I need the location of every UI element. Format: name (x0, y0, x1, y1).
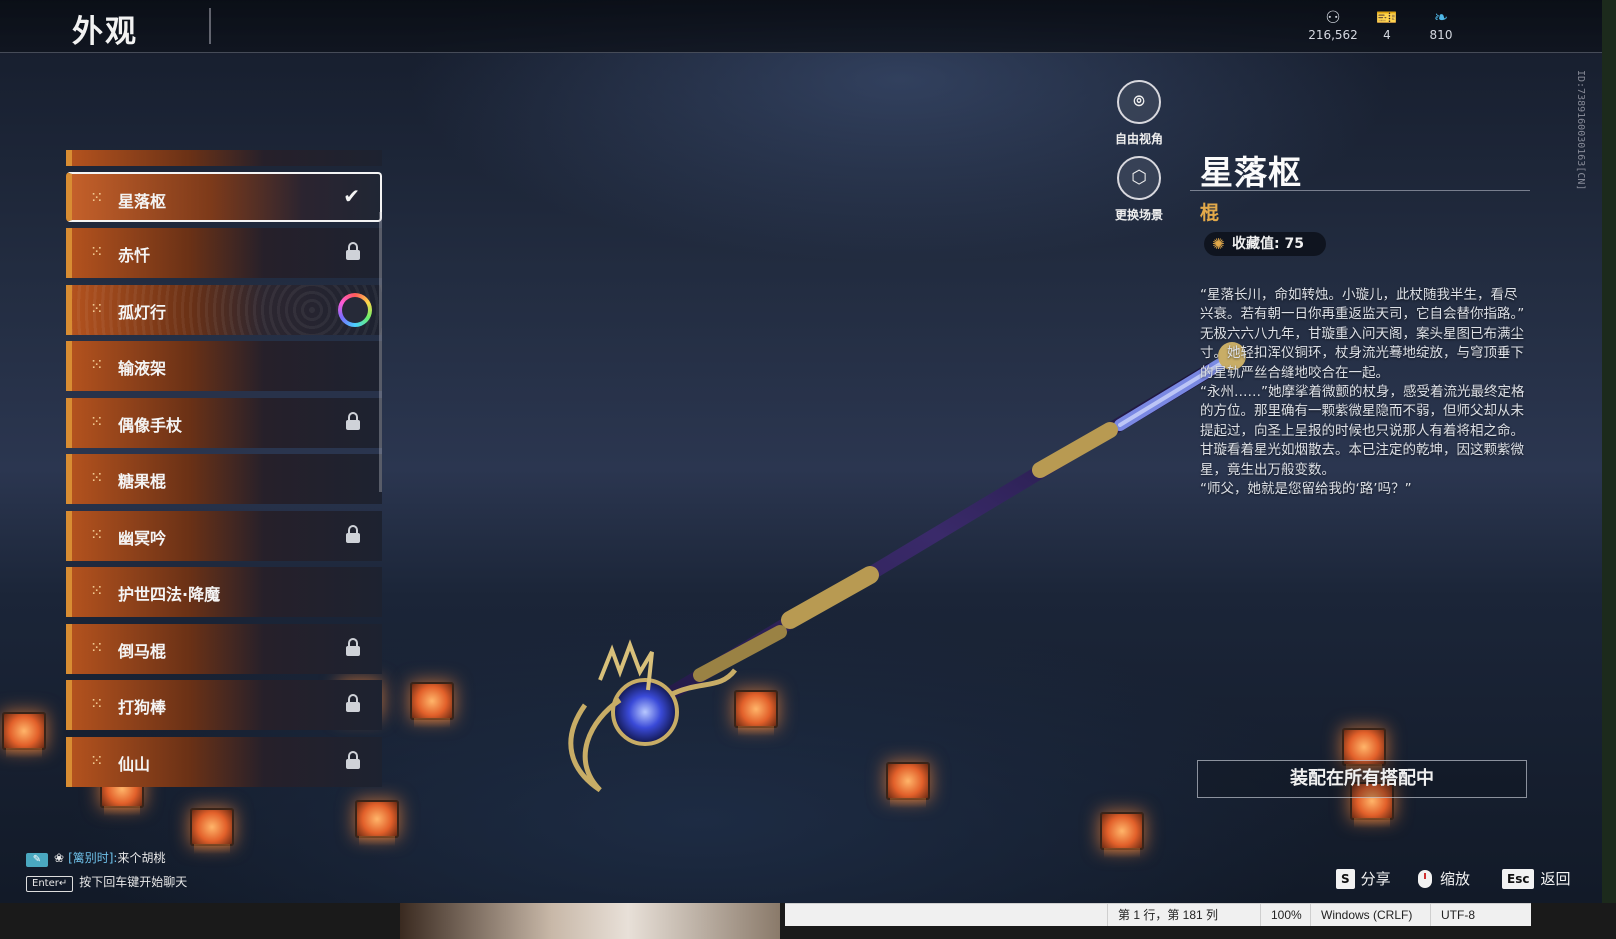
rainbow-ring-icon (338, 293, 372, 327)
back-hotkey[interactable]: Esc 返回 (1502, 868, 1570, 889)
collect-value: 收藏值: 75 (1232, 236, 1304, 252)
encoding[interactable]: UTF-8 (1430, 904, 1475, 926)
cube-icon: ⬡ (1117, 156, 1161, 200)
dice-icon: ⁙ (90, 638, 104, 657)
desktop-edge (1602, 0, 1616, 939)
list-item-dagoubang[interactable]: ⁙ 打狗棒 (66, 680, 382, 730)
chat-tag-icon: ✎ (26, 853, 48, 867)
dice-icon: ⁙ (90, 188, 104, 207)
currency-feathers[interactable]: ❧ 810 (1406, 8, 1476, 42)
item-label: 倒马棍 (118, 642, 167, 661)
item-label: 孤灯行 (118, 303, 167, 322)
list-item-shuyejia[interactable]: ⁙ 输液架 (66, 341, 382, 391)
item-label: 糖果棍 (118, 472, 167, 491)
item-label: 幽冥吟 (118, 529, 167, 548)
zoom-label: 缩放 (1440, 870, 1471, 888)
item-label: 打狗棒 (118, 698, 167, 717)
list-item-partial[interactable] (66, 150, 382, 166)
enter-key-icon: Enter↵ (26, 876, 74, 892)
chat-hint: 按下回车键开始聊天 (79, 875, 188, 889)
feather-icon: ❧ (1433, 8, 1449, 28)
item-label: 护世四法·降魔 (118, 585, 221, 604)
item-name: 星落枢 (1200, 153, 1302, 192)
camera-icon: ⌾ (1117, 80, 1161, 124)
lore-paragraph: “星落长川，命如转烛。小璇儿，此杖随我半生，看尽兴衰。若有朝一日你再重返监天司，… (1200, 287, 1525, 323)
dice-icon: ⁙ (90, 299, 104, 318)
list-item-hushisifa[interactable]: ⁙ 护世四法·降魔 (66, 567, 382, 617)
cursor-position[interactable]: 第 1 行，第 181 列 (1107, 904, 1218, 926)
mouse-icon (1418, 869, 1432, 888)
list-item-xingluoshu[interactable]: ⁙ 星落枢 ✔ (66, 172, 382, 222)
lotus-icon: ❀ (54, 851, 65, 865)
lock-icon (346, 694, 360, 714)
list-item-gudengxing[interactable]: ⁙ 孤灯行 (66, 285, 382, 335)
list-item-chichan[interactable]: ⁙ 赤忏 (66, 228, 382, 278)
item-label: 星落枢 (118, 192, 167, 211)
change-scene-label: 更换场景 (1114, 208, 1163, 222)
background-photo (400, 903, 780, 939)
change-scene-button[interactable]: ⬡ 更换场景 (1104, 156, 1174, 223)
collect-icon: ✺ (1212, 235, 1225, 253)
equip-all-button[interactable]: 装配在所有搭配中 (1197, 760, 1527, 798)
lock-icon (346, 751, 360, 771)
dice-icon: ⁙ (90, 751, 104, 770)
list-item-ouxiangshouzhang[interactable]: ⁙ 偶像手杖 (66, 398, 382, 448)
esc-key: Esc (1502, 868, 1535, 889)
free-view-label: 自由视角 (1114, 132, 1163, 146)
share-label: 分享 (1360, 870, 1391, 888)
lock-icon (346, 242, 360, 262)
currency-value: 4 (1383, 28, 1391, 42)
lore-paragraph: “永州……”她摩挲着微颤的杖身，感受着流光最终定格的方位。那里确有一颗紫微星隐而… (1200, 384, 1525, 439)
dice-icon: ⁙ (90, 525, 104, 544)
chat-message: ✎ ❀ [篱别时]:来个胡桃 (26, 846, 187, 870)
line-ending[interactable]: Windows (CRLF) (1310, 904, 1412, 926)
title-divider (209, 8, 211, 44)
dice-icon: ⁙ (90, 468, 104, 487)
appearance-list[interactable]: ⁙ 星落枢 ✔ ⁙ 赤忏 ⁙ 孤灯行 ⁙ 输液架 ⁙ 偶像手杖 ⁙ 糖果棍 ⁙ … (66, 150, 382, 800)
list-scrollbar[interactable] (379, 212, 382, 492)
list-item-daomagun[interactable]: ⁙ 倒马棍 (66, 624, 382, 674)
check-icon: ✔ (343, 184, 360, 208)
weapon-type: 棍 (1200, 202, 1220, 224)
chat-box[interactable]: ✎ ❀ [篱别时]:来个胡桃 Enter↵ 按下回车键开始聊天 (26, 846, 187, 894)
currency-value: 810 (1429, 28, 1453, 42)
lock-icon (346, 638, 360, 658)
share-hotkey[interactable]: S 分享 (1336, 868, 1391, 889)
back-label: 返回 (1540, 870, 1571, 888)
list-item-youmingyin[interactable]: ⁙ 幽冥吟 (66, 511, 382, 561)
lore-text: “星落长川，命如转烛。小璇儿，此杖随我半生，看尽兴衰。若有朝一日你再重返监天司，… (1200, 286, 1530, 499)
share-key: S (1336, 868, 1355, 889)
name-divider (1190, 190, 1530, 191)
chat-hint-row[interactable]: Enter↵ 按下回车键开始聊天 (26, 870, 187, 894)
editor-status-bar: 第 1 行，第 181 列 100% Windows (CRLF) UTF-8 (785, 903, 1531, 926)
free-view-button[interactable]: ⌾ 自由视角 (1104, 80, 1174, 147)
lore-paragraph: “师父，她就是您留给我的‘路’吗？” (1200, 481, 1412, 498)
item-label: 赤忏 (118, 246, 151, 265)
dice-icon: ⁙ (90, 412, 104, 431)
list-item-xianshan[interactable]: ⁙ 仙山 (66, 737, 382, 787)
zoom-level[interactable]: 100% (1260, 904, 1302, 926)
dice-icon: ⁙ (90, 581, 104, 600)
zoom-hotkey[interactable]: 缩放 (1418, 868, 1470, 889)
lock-icon (346, 412, 360, 432)
dice-icon: ⁙ (90, 242, 104, 261)
collect-value-badge: ✺ 收藏值: 75 (1204, 232, 1326, 256)
chat-text: 来个胡桃 (117, 851, 166, 865)
dice-icon: ⁙ (90, 355, 104, 374)
player-id: ID:7389160030163[CN] (1575, 70, 1586, 191)
chat-sender: [篱别时]: (68, 851, 118, 865)
lore-paragraph: 甘璇看着星光如烟散去。本已注定的乾坤，因这颗紫微星，竟生出万般变数。 (1200, 442, 1524, 478)
dice-icon: ⁙ (90, 694, 104, 713)
page-title: 外观 (72, 14, 138, 50)
item-label: 仙山 (118, 755, 151, 774)
top-bar: 外观 ⚇ 216,562 🎫 4 ❧ 810 (0, 0, 1602, 53)
item-label: 输液架 (118, 359, 167, 378)
lock-icon (346, 525, 360, 545)
list-item-tangguogun[interactable]: ⁙ 糖果棍 (66, 454, 382, 504)
lore-paragraph: 无极六六八九年，甘璇重入问天阁，案头星图已布满尘寸。她轻扣浑仪铜环，杖身流光蓦地… (1200, 325, 1524, 381)
item-label: 偶像手杖 (118, 416, 183, 435)
currency-value: 216,562 (1308, 28, 1358, 42)
